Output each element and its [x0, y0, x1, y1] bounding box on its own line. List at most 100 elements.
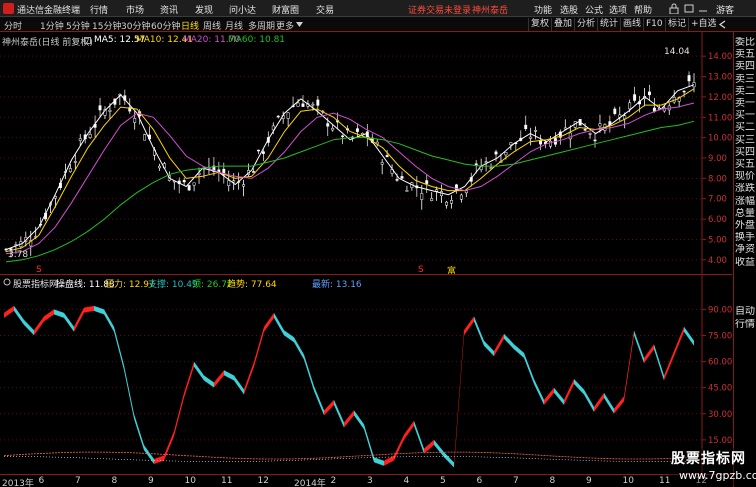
btn-add-watchlist[interactable]: +自选 — [688, 18, 719, 31]
candle-body — [301, 103, 305, 107]
period-intraday[interactable]: 分时 — [4, 19, 22, 32]
dropdown-arrow-icon[interactable] — [296, 21, 303, 28]
indicator-segment — [684, 326, 694, 346]
date-tick-label: 10 — [622, 476, 634, 486]
period-60min[interactable]: 60分钟 — [151, 19, 180, 32]
indicator-segment — [354, 410, 364, 430]
period-weekly[interactable]: 周线 — [203, 19, 221, 32]
side-panel-item[interactable]: 买四 — [735, 147, 756, 159]
candle-body — [682, 90, 686, 93]
menu-wealth-circle[interactable]: 财富圈 — [272, 3, 299, 16]
btn-analysis[interactable]: 分析 — [574, 18, 597, 31]
side-panel-item[interactable]: 卖五 — [735, 49, 756, 61]
candle-body — [242, 184, 246, 187]
menu-news[interactable]: 资讯 — [160, 3, 178, 16]
period-30min[interactable]: 30分钟 — [121, 19, 150, 32]
indicator-base-line-red — [3, 451, 695, 460]
minimize-icon[interactable] — [698, 3, 708, 14]
candle-body — [276, 115, 280, 118]
menu-formulas[interactable]: 公式 — [585, 3, 603, 16]
price-tick-label: 12.00 — [708, 93, 732, 103]
current-stock-link[interactable]: 神州泰岳 — [472, 3, 508, 16]
mail-icon[interactable] — [684, 3, 694, 14]
side-panel-item[interactable]: 总量 — [735, 208, 756, 220]
lock-icon[interactable] — [668, 3, 680, 14]
date-tick-label: 8 — [549, 476, 556, 486]
back-arrow-icon[interactable] — [716, 19, 730, 30]
btn-overlay[interactable]: 叠加 — [551, 18, 574, 31]
period-multi[interactable]: 多周期 — [248, 19, 275, 32]
side-panel-item[interactable]: 买五 — [735, 159, 756, 171]
indicator-segment — [204, 375, 214, 388]
period-monthly[interactable]: 月线 — [225, 19, 243, 32]
side-panel-item[interactable]: 买一 — [735, 110, 756, 122]
quote-side-panel: 委比 卖五 卖四 卖三 卖二 卖一 买一 买二 买三 买四 买五 现价 涨跌 涨幅 总量 外盘 换手 净资 收益自动… — [733, 32, 756, 487]
side-panel-item[interactable]: 卖一 — [735, 98, 756, 110]
btn-adjust[interactable]: 复权 — [528, 18, 551, 31]
candle-body — [509, 142, 513, 146]
btn-f10[interactable]: F10 — [643, 18, 665, 31]
side-panel-item[interactable]: 买二 — [735, 122, 756, 134]
side-panel-item[interactable]: 涨跌 — [735, 183, 756, 195]
side-panel-item[interactable]: 卖三 — [735, 74, 756, 86]
btn-statistics[interactable]: 统计 — [597, 18, 620, 31]
price-tick-label: 8.00 — [708, 174, 727, 184]
watermark-title: 股票指标网 — [671, 451, 746, 467]
date-axis: 2013年 6 7 8 9 10 11 12 2014年 2 3 4 5 6 7 8 9 10 11 12 — [0, 474, 732, 487]
date-tick-label: 10 — [184, 476, 196, 486]
menu-options[interactable]: 选项 — [609, 3, 627, 16]
period-more[interactable]: 更多 — [276, 19, 294, 32]
btn-mark[interactable]: 标记 — [665, 18, 688, 31]
side-panel-toggle[interactable]: 自动 — [735, 306, 756, 318]
indicator-segment — [234, 375, 244, 395]
collapse-icon[interactable] — [84, 37, 91, 44]
trade-login-notice[interactable]: 证券交易未登录 — [408, 3, 471, 16]
menu-market-quotes[interactable]: 行情 — [90, 3, 108, 16]
candle-body — [588, 133, 592, 135]
menu-stock-picker[interactable]: 选股 — [560, 3, 578, 16]
side-panel-item[interactable]: 净资 — [735, 244, 756, 256]
menu-trade[interactable]: 交易 — [316, 3, 334, 16]
indicator-segment — [304, 354, 314, 391]
user-guest[interactable]: 游客 — [716, 3, 734, 16]
indicator-name[interactable]: 股票指标网 — [13, 277, 58, 290]
price-tick-label: 5.00 — [708, 235, 727, 245]
candle-body — [331, 127, 335, 131]
period-5min[interactable]: 5分钟 — [66, 19, 90, 32]
side-panel-item[interactable]: 外盘 — [735, 220, 756, 232]
date-tick-label: 11 — [221, 476, 233, 486]
side-panel-item[interactable]: 卖二 — [735, 86, 756, 98]
indicator-chart[interactable]: 90.00 75.00 60.00 45.00 30.00 15.00 — [0, 274, 732, 474]
indicator-segment — [214, 370, 224, 388]
indicator-segment — [674, 326, 684, 357]
ind-latest-label: 最新: 13.16 — [312, 280, 362, 290]
date-tick-label: 4 — [403, 476, 410, 486]
side-panel-item[interactable]: 现价 — [735, 171, 756, 183]
indicator-segment — [134, 413, 144, 451]
menu-help[interactable]: 帮助 — [634, 3, 652, 16]
price-tick-label: 6.00 — [708, 215, 727, 225]
side-panel-item[interactable]: 卖四 — [735, 61, 756, 73]
side-panel-item[interactable]: 收益 — [735, 257, 756, 269]
price-tick-label: 9.00 — [708, 154, 727, 164]
btn-draw-line[interactable]: 画线 — [620, 18, 643, 31]
indicator-tick-label: 15.00 — [708, 436, 732, 446]
side-panel-toggle[interactable]: 行情 — [735, 319, 756, 331]
menu-ask-xiaoda[interactable]: 问小达 — [229, 3, 256, 16]
indicator-segment — [374, 457, 384, 466]
indicator-settings-icon[interactable] — [3, 278, 11, 286]
watermark: 股票指标网 www.7gpzb.com — [669, 448, 756, 486]
menu-market[interactable]: 市场 — [126, 3, 144, 16]
period-15min[interactable]: 15分钟 — [92, 19, 121, 32]
menu-functions[interactable]: 功能 — [534, 3, 552, 16]
indicator-tick-label: 30.00 — [708, 410, 732, 420]
side-panel-item[interactable]: 委比 — [735, 37, 756, 49]
side-panel-item[interactable]: 涨幅 — [735, 196, 756, 208]
side-panel-item[interactable]: 买三 — [735, 135, 756, 147]
price-chart[interactable]: 14.00 13.00 12.00 11.00 10.00 9.00 8.00 7.00 6.0… — [0, 32, 732, 274]
period-daily[interactable]: 日线 — [181, 19, 199, 32]
side-panel-item[interactable]: 换手 — [735, 232, 756, 244]
period-1min[interactable]: 1分钟 — [40, 19, 64, 32]
menu-discover[interactable]: 发现 — [195, 3, 213, 16]
indicator-segment — [514, 344, 524, 358]
